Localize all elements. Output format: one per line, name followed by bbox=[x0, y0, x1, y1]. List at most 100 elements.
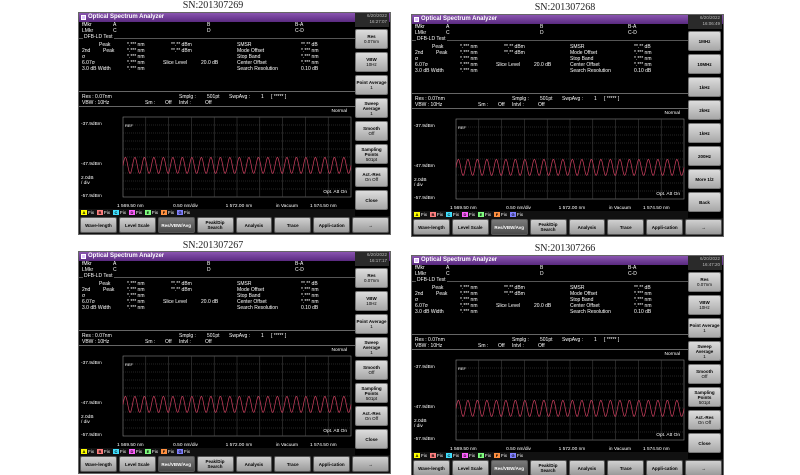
trace-d[interactable]: D Fix bbox=[129, 448, 142, 455]
softkey-2[interactable]: VBW 10Hz bbox=[355, 52, 388, 72]
spectrum-plot[interactable]: -37.9dBm -47.9dBm 2.0dB / div -57.9dBm REF No… bbox=[412, 351, 688, 454]
menu-6[interactable]: Trace bbox=[274, 217, 312, 233]
menu-7[interactable]: Appli-cation bbox=[646, 460, 684, 475]
menu-7[interactable]: Appli-cation bbox=[646, 219, 684, 235]
menu-5[interactable]: Analysis bbox=[568, 219, 606, 235]
menu-6[interactable]: Trace bbox=[607, 219, 645, 235]
softkey-6[interactable]: Sampling Points 501pt bbox=[355, 144, 388, 164]
softkey-1[interactable]: Res 0.07nm bbox=[355, 29, 388, 49]
softkey-2[interactable]: 10MHz bbox=[688, 54, 721, 74]
trace-f[interactable]: F Fix bbox=[494, 452, 507, 459]
softkey-1[interactable]: Res 0.07nm bbox=[688, 272, 721, 292]
trace-c[interactable]: C Fix bbox=[446, 452, 459, 459]
menu-5[interactable]: Analysis bbox=[235, 217, 273, 233]
softkey-8[interactable]: Close bbox=[688, 433, 721, 453]
trace-d[interactable]: D Fix bbox=[129, 209, 142, 216]
trace-e[interactable]: E Fix bbox=[145, 209, 158, 216]
menu-4[interactable]: Peak/Dip Search bbox=[196, 217, 234, 233]
intvl-value: Off bbox=[205, 339, 212, 345]
trace-b[interactable]: B Fix bbox=[430, 452, 443, 459]
softkey-7[interactable]: Act.-Res On Off bbox=[355, 167, 388, 187]
softkey-2[interactable]: VBW 10Hz bbox=[355, 291, 388, 311]
menu-3[interactable]: Res/VBW/Avg bbox=[157, 217, 195, 233]
menu-5[interactable]: Analysis bbox=[568, 460, 606, 475]
menu-3[interactable]: Res/VBW/Avg bbox=[157, 456, 195, 472]
menu-8[interactable]: → bbox=[685, 219, 722, 235]
menu-3[interactable]: Res/VBW/Avg bbox=[490, 219, 528, 235]
menu-4[interactable]: Peak/Dip Search bbox=[529, 460, 567, 475]
softkey-5[interactable]: Smooth Off bbox=[355, 121, 388, 141]
softkey-6[interactable]: 200Hz bbox=[688, 146, 721, 166]
softkey-7[interactable]: More 1/2 bbox=[688, 169, 721, 189]
menu-6[interactable]: Trace bbox=[607, 460, 645, 475]
trace-e[interactable]: E Fix bbox=[478, 211, 491, 218]
menu-8[interactable]: → bbox=[352, 456, 389, 472]
trace-g[interactable]: G Fix bbox=[177, 209, 190, 216]
menu-4[interactable]: Peak/Dip Search bbox=[196, 456, 234, 472]
menu-7[interactable]: Appli-cation bbox=[313, 456, 351, 472]
trace-a[interactable]: A Fix bbox=[81, 448, 94, 455]
menu-1[interactable]: Wave-length bbox=[80, 217, 117, 233]
softkey-3[interactable]: Point Average 1 bbox=[355, 314, 388, 334]
softkey-4[interactable]: Sweep Average 1 bbox=[355, 337, 388, 357]
softkey-3[interactable]: Point Average 1 bbox=[688, 318, 721, 338]
trace-c[interactable]: C Fix bbox=[113, 448, 126, 455]
softkey-6[interactable]: Sampling Points 501pt bbox=[355, 383, 388, 403]
softkey-1[interactable]: Res 0.07nm bbox=[355, 268, 388, 288]
menu-2[interactable]: Level Scale bbox=[118, 456, 156, 472]
spectrum-plot[interactable]: -37.9dBm -47.9dBm 2.0dB / div -57.9dBm REF No… bbox=[412, 110, 688, 213]
softkey-1[interactable]: 1MHz bbox=[688, 31, 721, 51]
softkey-7[interactable]: Act.-Res On Off bbox=[355, 406, 388, 426]
trace-e[interactable]: E Fix bbox=[478, 452, 491, 459]
trace-f[interactable]: F Fix bbox=[494, 211, 507, 218]
trace-a[interactable]: A Fix bbox=[414, 211, 427, 218]
spectrum-plot[interactable]: -37.9dBm -47.9dBm 2.0dB / div -57.9dBm REF No… bbox=[79, 108, 355, 211]
trace-d[interactable]: D Fix bbox=[462, 211, 475, 218]
softkey-5[interactable]: Smooth Off bbox=[688, 364, 721, 384]
softkey-8[interactable]: Back bbox=[688, 192, 721, 212]
trace-b[interactable]: B Fix bbox=[97, 209, 110, 216]
trace-e[interactable]: E Fix bbox=[145, 448, 158, 455]
softkey-6[interactable]: Sampling Points 501pt bbox=[688, 387, 721, 407]
softkey-3[interactable]: Point Average 1 bbox=[355, 75, 388, 95]
trace-f[interactable]: F Fix bbox=[161, 209, 174, 216]
trace-a[interactable]: A Fix bbox=[414, 452, 427, 459]
trace-b[interactable]: B Fix bbox=[430, 211, 443, 218]
trace-a[interactable]: A Fix bbox=[81, 209, 94, 216]
trace-f[interactable]: F Fix bbox=[161, 448, 174, 455]
trace-g[interactable]: G Fix bbox=[510, 452, 523, 459]
trace-g[interactable]: G Fix bbox=[177, 448, 190, 455]
trace-g[interactable]: G Fix bbox=[510, 211, 523, 218]
menu-1[interactable]: Wave-length bbox=[80, 456, 117, 472]
softkey-4[interactable]: Sweep Average 1 bbox=[688, 341, 721, 361]
softkey-4[interactable]: 2kHz bbox=[688, 100, 721, 120]
trace-d[interactable]: D Fix bbox=[462, 452, 475, 459]
softkey-4[interactable]: Sweep Average 1 bbox=[355, 98, 388, 118]
menu-5[interactable]: Analysis bbox=[235, 456, 273, 472]
softkey-8[interactable]: Close bbox=[355, 190, 388, 210]
menu-8[interactable]: → bbox=[352, 217, 389, 233]
ref-marker: REF bbox=[458, 366, 466, 371]
softkey-7[interactable]: Act.-Res On Off bbox=[688, 410, 721, 430]
menu-1[interactable]: Wave-length bbox=[413, 460, 450, 475]
menu-4[interactable]: Peak/Dip Search bbox=[529, 219, 567, 235]
spectrum-plot[interactable]: -37.9dBm -47.9dBm 2.0dB / div -57.9dBm REF No… bbox=[79, 347, 355, 450]
menu-3[interactable]: Res/VBW/Avg bbox=[490, 460, 528, 475]
trace-b[interactable]: B Fix bbox=[97, 448, 110, 455]
menu-2[interactable]: Level Scale bbox=[118, 217, 156, 233]
softkey-5[interactable]: Smooth Off bbox=[355, 360, 388, 380]
menu-6[interactable]: Trace bbox=[274, 456, 312, 472]
trace-c[interactable]: C Fix bbox=[446, 211, 459, 218]
softkey-2[interactable]: VBW 10Hz bbox=[688, 295, 721, 315]
trace-letter: E bbox=[145, 449, 151, 454]
menu-1[interactable]: Wave-length bbox=[413, 219, 450, 235]
softkey-3[interactable]: 1kHz bbox=[688, 77, 721, 97]
menu-8[interactable]: → bbox=[685, 460, 722, 475]
trace-letter: D bbox=[462, 453, 468, 458]
trace-c[interactable]: C Fix bbox=[113, 209, 126, 216]
menu-2[interactable]: Level Scale bbox=[451, 460, 489, 475]
menu-7[interactable]: Appli-cation bbox=[313, 217, 351, 233]
softkey-8[interactable]: Close bbox=[355, 429, 388, 449]
softkey-5[interactable]: 1kHz bbox=[688, 123, 721, 143]
menu-2[interactable]: Level Scale bbox=[451, 219, 489, 235]
